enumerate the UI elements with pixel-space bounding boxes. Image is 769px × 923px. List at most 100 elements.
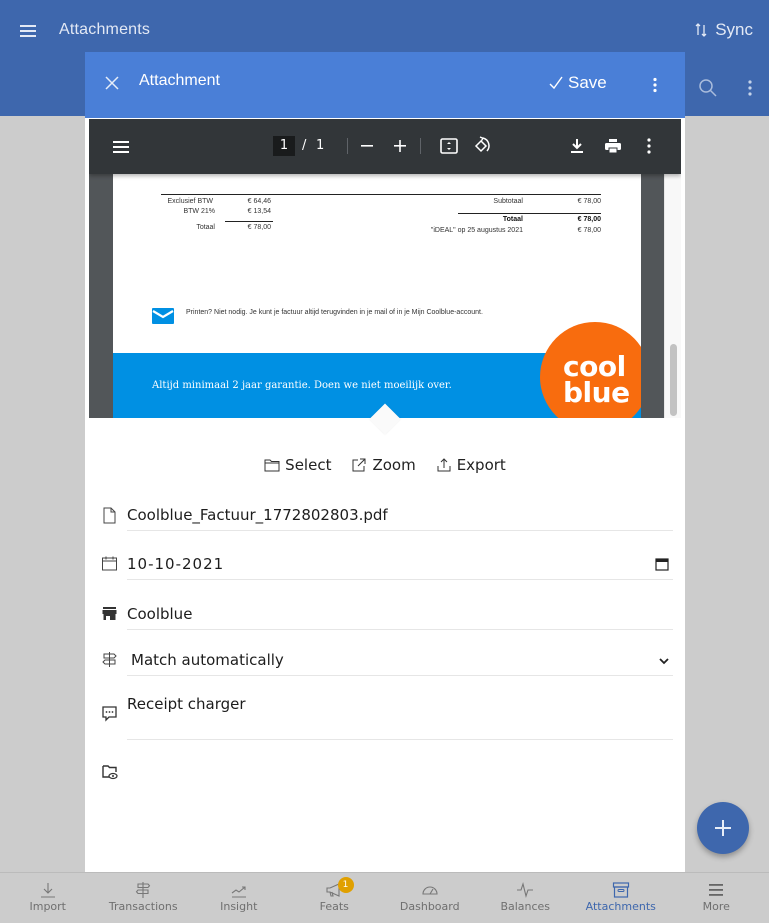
- page-separator: /: [302, 138, 307, 153]
- comment-icon: [102, 706, 117, 722]
- nav-label: Import: [29, 900, 66, 913]
- attachment-dialog: Attachment Save 1 / 1 Exclusief BTW € 64…: [85, 52, 685, 872]
- nav-item-balances[interactable]: Balances: [478, 873, 574, 923]
- save-button[interactable]: Save: [549, 73, 607, 93]
- nav-label: Dashboard: [399, 900, 460, 913]
- match-select[interactable]: Match automatically: [127, 651, 673, 676]
- notification-badge: 1: [337, 877, 354, 893]
- external-link-icon: [352, 458, 366, 472]
- sort-arrows-icon: [695, 23, 707, 37]
- kebab-icon[interactable]: [651, 77, 659, 93]
- gauge-icon: [422, 886, 438, 895]
- close-icon[interactable]: [103, 74, 121, 92]
- right-table-label: Totaal: [502, 216, 523, 223]
- nav-item-import[interactable]: Import: [0, 873, 96, 923]
- chevron-down-icon[interactable]: [657, 654, 671, 668]
- signpost-icon: [136, 882, 151, 898]
- nav-label: Transactions: [108, 900, 178, 913]
- nav-label: More: [702, 900, 730, 913]
- sync-label: Sync: [715, 20, 753, 39]
- download-icon[interactable]: [567, 136, 587, 156]
- left-table-label: Exclusief BTW: [167, 198, 213, 205]
- store-icon: [102, 607, 117, 620]
- signpost-icon: [102, 652, 117, 667]
- left-table-value: € 13,54: [247, 208, 271, 215]
- upload-icon: [437, 458, 451, 472]
- kebab-icon[interactable]: [745, 79, 755, 97]
- save-label: Save: [568, 73, 607, 92]
- page-total: 1: [316, 138, 325, 153]
- select-button[interactable]: Select: [264, 456, 331, 474]
- export-label: Export: [456, 456, 506, 474]
- zoom-in-icon[interactable]: [390, 136, 410, 156]
- sync-button[interactable]: Sync: [695, 20, 753, 40]
- date-input[interactable]: 10-10-2021: [127, 555, 673, 580]
- download-arrow-icon: [40, 883, 55, 898]
- folder-icon: [264, 459, 280, 472]
- calendar-picker-icon[interactable]: [655, 557, 669, 571]
- table-rule: [225, 221, 273, 222]
- more-icon[interactable]: [639, 136, 659, 156]
- menu-icon[interactable]: [113, 139, 129, 153]
- payee-field[interactable]: Coolblue: [127, 605, 673, 630]
- nav-item-more[interactable]: More: [669, 873, 765, 923]
- attachment-actions: Select Zoom Export: [85, 456, 685, 474]
- logo-line: blue: [563, 376, 630, 409]
- hamburger-icon: [709, 884, 724, 896]
- print-icon[interactable]: [603, 136, 623, 156]
- hamburger-icon[interactable]: [18, 21, 38, 41]
- table-rule: [458, 213, 601, 214]
- nav-label: Balances: [500, 900, 551, 913]
- right-table-value: € 78,00: [577, 227, 601, 234]
- toolbar-divider: [420, 138, 421, 154]
- zoom-label: Zoom: [372, 456, 416, 474]
- zoom-out-icon[interactable]: [357, 136, 377, 156]
- bottom-nav: Import Transactions Insight Feats 1 Dash…: [0, 872, 769, 923]
- select-label: Select: [285, 456, 332, 474]
- scrollbar-thumb[interactable]: [670, 344, 677, 416]
- trend-icon: [231, 886, 246, 898]
- app-title: Attachments: [59, 21, 151, 38]
- check-icon: [549, 76, 563, 90]
- table-rule: [161, 194, 601, 195]
- note-textarea[interactable]: Receipt charger: [127, 695, 673, 740]
- left-table-value: € 78,00: [247, 224, 271, 231]
- folder-eye-icon: [102, 765, 118, 780]
- banner-text: Altijd minimaal 2 jaar garantie. Doen we…: [152, 380, 452, 391]
- mail-icon: [152, 308, 174, 324]
- pdf-scrollbar[interactable]: [664, 174, 681, 418]
- zoom-button[interactable]: Zoom: [351, 456, 416, 474]
- page-number-input[interactable]: 1: [273, 136, 295, 156]
- pdf-viewer[interactable]: 1 / 1 Exclusief BTW € 64,46 BTW 21% € 13…: [89, 119, 681, 418]
- dialog-title: Attachment: [139, 72, 220, 89]
- nav-item-attachments[interactable]: Attachments: [573, 873, 669, 923]
- add-button[interactable]: [697, 802, 749, 854]
- export-button[interactable]: Export: [436, 456, 506, 474]
- nav-label: Insight: [220, 900, 258, 913]
- nav-label: Attachments: [585, 900, 656, 913]
- archive-icon: [612, 882, 629, 898]
- dialog-header: Attachment Save: [85, 52, 685, 118]
- nav-item-transactions[interactable]: Transactions: [96, 873, 192, 923]
- plus-icon: [715, 820, 731, 836]
- right-table-label: "iDEAL" op 25 augustus 2021: [430, 227, 523, 234]
- rotate-icon[interactable]: [471, 136, 491, 156]
- calendar-icon: [102, 556, 117, 571]
- left-table-value: € 64,46: [247, 198, 271, 205]
- left-table-label: Totaal: [196, 224, 215, 231]
- toolbar-divider: [347, 138, 348, 154]
- nav-item-insight[interactable]: Insight: [191, 873, 287, 923]
- right-table-value: € 78,00: [577, 198, 601, 205]
- nav-item-feats[interactable]: Feats 1: [287, 873, 383, 923]
- fit-page-icon[interactable]: [439, 136, 459, 156]
- pdf-page: Exclusief BTW € 64,46 BTW 21% € 13,54 To…: [113, 174, 641, 418]
- right-table-label: Subtotaal: [493, 198, 523, 205]
- left-table-label: BTW 21%: [183, 208, 215, 215]
- search-icon[interactable]: [698, 78, 718, 98]
- folder-field[interactable]: [127, 763, 673, 769]
- file-icon: [103, 507, 116, 524]
- filename-field[interactable]: Coolblue_Factuur_1772802803.pdf: [127, 506, 673, 531]
- nav-item-dashboard[interactable]: Dashboard: [382, 873, 478, 923]
- right-table-value: € 78,00: [577, 216, 601, 223]
- pulse-icon: [517, 882, 534, 898]
